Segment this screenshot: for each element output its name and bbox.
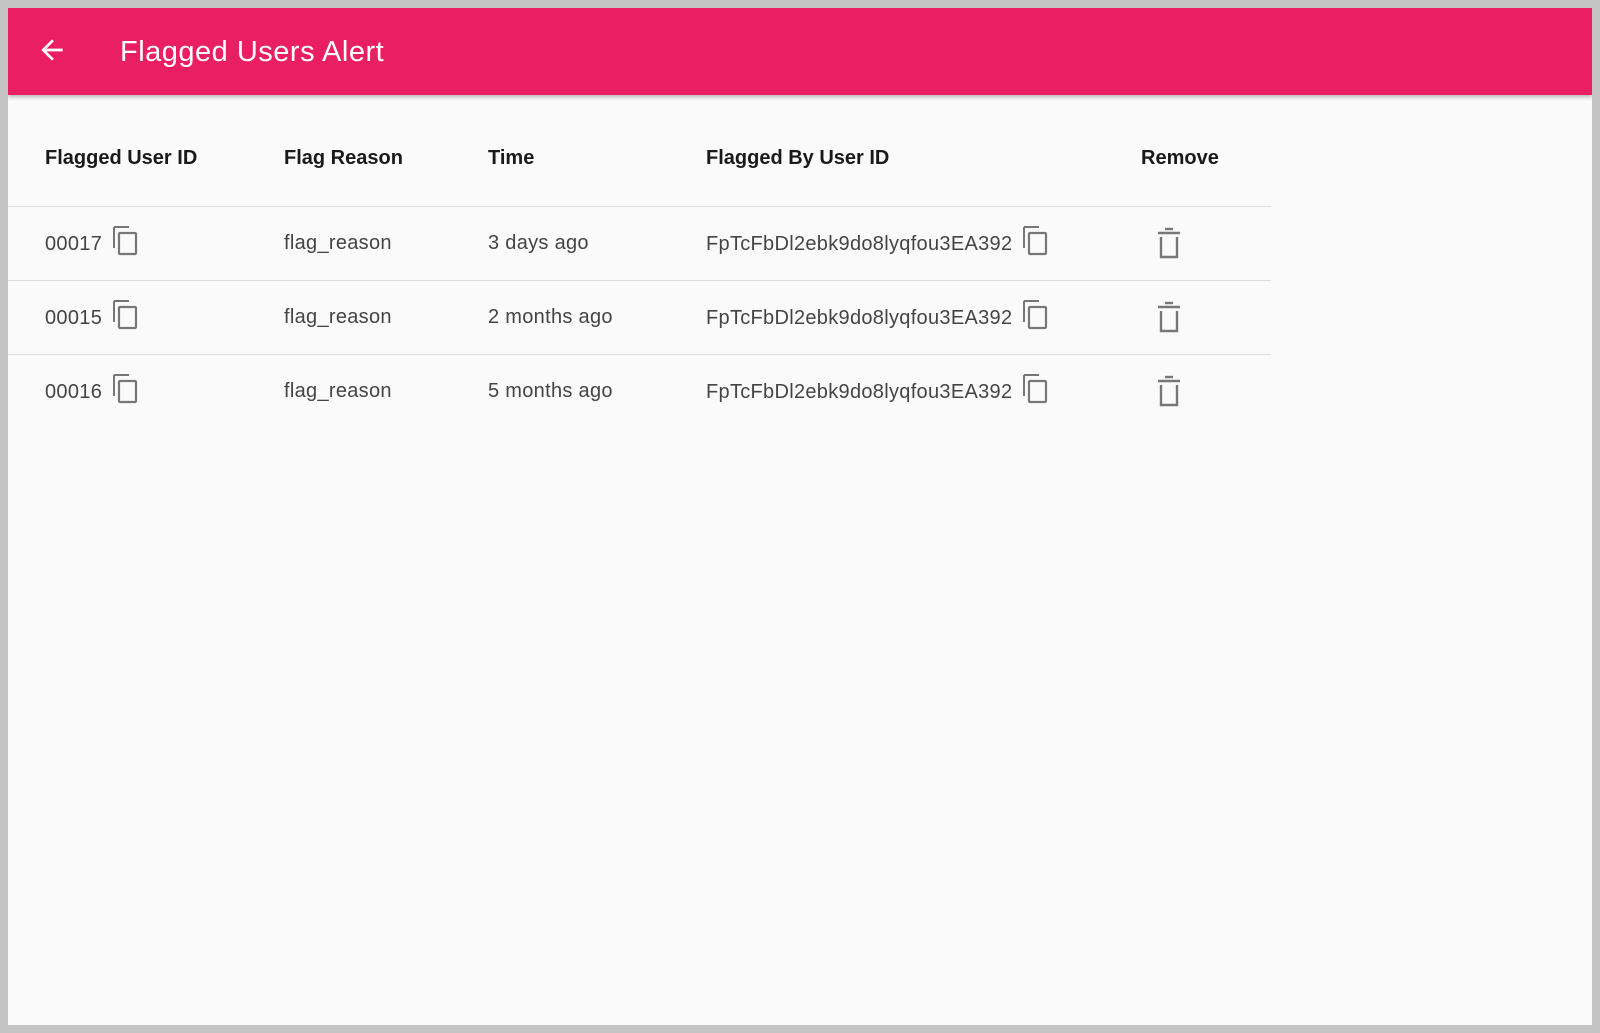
trash-icon[interactable] (1154, 227, 1184, 261)
flagged-user-id-cell: 00017 (45, 226, 140, 256)
table-row: 00017 flag_reason 3 days ago FpTcFbDl2eb… (8, 207, 1271, 281)
copy-icon[interactable] (1022, 300, 1050, 330)
header-remove: Remove (1141, 147, 1219, 169)
flagged-user-id-cell: 00016 (45, 374, 140, 404)
table-header: Flagged User ID Flag Reason Time Flagged… (8, 95, 1271, 207)
flagged-user-id: 00015 (45, 306, 103, 329)
flagged-by-user-id-cell: FpTcFbDl2ebk9do8lyqfou3EA392 (706, 226, 1050, 256)
flagged-user-id-cell: 00015 (45, 300, 140, 330)
back-button[interactable] (30, 28, 74, 72)
copy-icon[interactable] (112, 374, 140, 404)
flagged-by-user-id: FpTcFbDl2ebk9do8lyqfou3EA392 (706, 380, 1013, 403)
header-flag-reason: Flag Reason (284, 147, 403, 169)
flagged-by-user-id-cell: FpTcFbDl2ebk9do8lyqfou3EA392 (706, 300, 1050, 330)
arrow-left-icon (36, 34, 68, 66)
flagged-by-user-id: FpTcFbDl2ebk9do8lyqfou3EA392 (706, 306, 1013, 329)
flagged-users-table: Flagged User ID Flag Reason Time Flagged… (8, 95, 1271, 428)
flagged-user-id: 00017 (45, 232, 103, 255)
trash-icon[interactable] (1154, 375, 1184, 409)
app-bar: Flagged Users Alert (8, 8, 1592, 95)
page-title: Flagged Users Alert (120, 36, 385, 68)
table-row: 00015 flag_reason 2 months ago FpTcFbDl2… (8, 281, 1271, 355)
copy-icon[interactable] (1022, 226, 1050, 256)
copy-icon[interactable] (112, 226, 140, 256)
flagged-by-user-id: FpTcFbDl2ebk9do8lyqfou3EA392 (706, 232, 1013, 255)
header-flagged-by-user-id: Flagged By User ID (706, 147, 890, 169)
flag-time: 2 months ago (488, 306, 613, 328)
app-window: Flagged Users Alert Flagged User ID Flag… (8, 8, 1592, 1025)
header-flagged-user-id: Flagged User ID (45, 147, 198, 169)
flag-time: 5 months ago (488, 380, 613, 402)
flagged-user-id: 00016 (45, 380, 103, 403)
flag-reason: flag_reason (284, 232, 392, 254)
copy-icon[interactable] (1022, 374, 1050, 404)
flag-reason: flag_reason (284, 306, 392, 328)
table-body: 00017 flag_reason 3 days ago FpTcFbDl2eb… (8, 207, 1271, 428)
flagged-by-user-id-cell: FpTcFbDl2ebk9do8lyqfou3EA392 (706, 374, 1050, 404)
flag-reason: flag_reason (284, 380, 392, 402)
table-row: 00016 flag_reason 5 months ago FpTcFbDl2… (8, 355, 1271, 428)
trash-icon[interactable] (1154, 301, 1184, 335)
flag-time: 3 days ago (488, 232, 589, 254)
header-time: Time (488, 147, 535, 169)
copy-icon[interactable] (112, 300, 140, 330)
